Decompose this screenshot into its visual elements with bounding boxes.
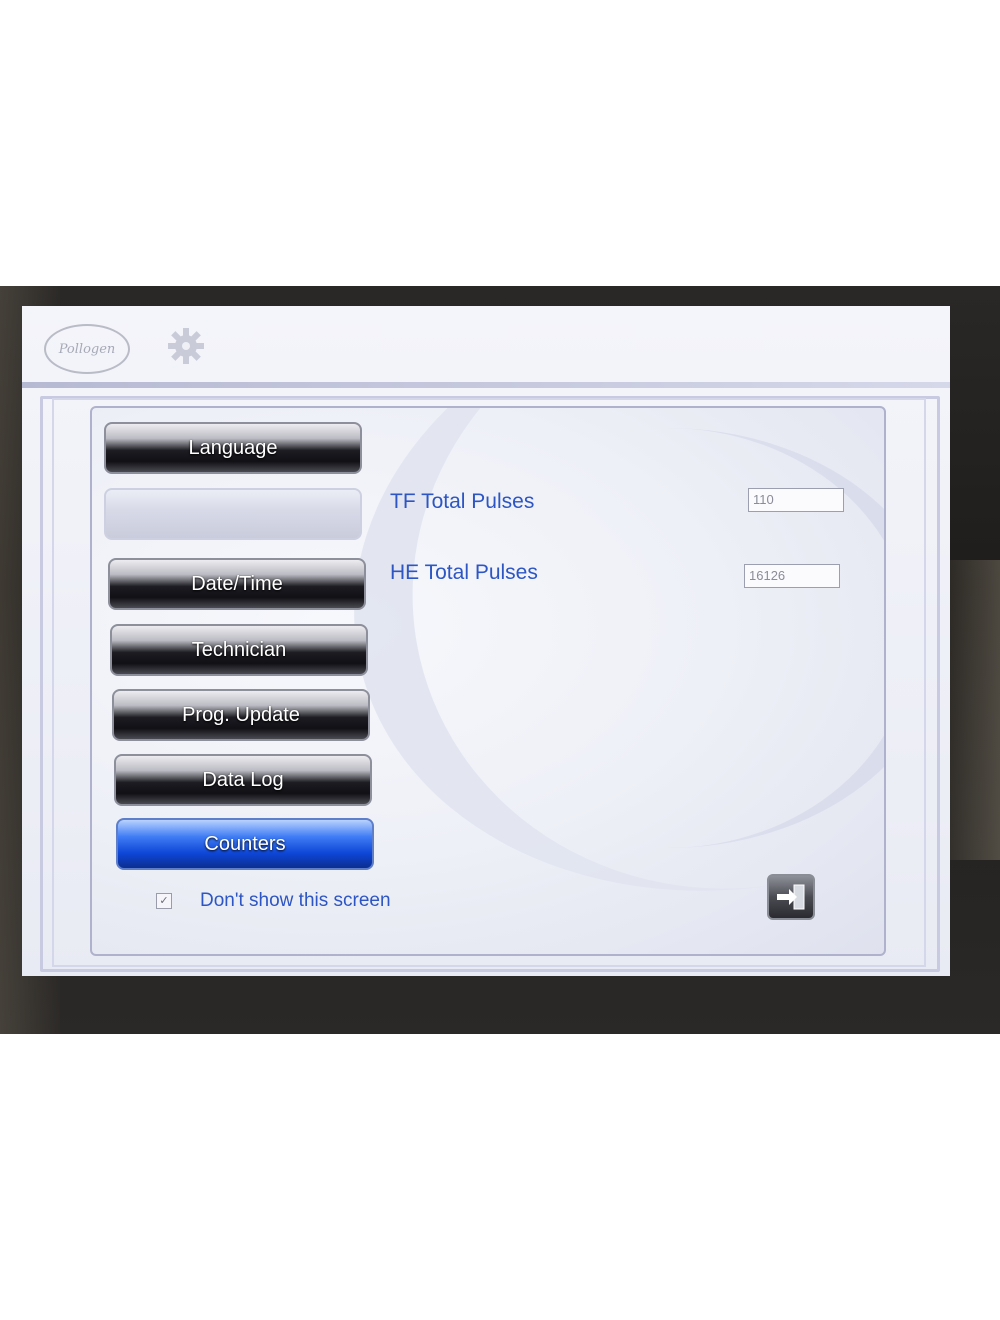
exit-icon	[777, 884, 805, 910]
counters-button[interactable]: Counters	[116, 818, 374, 870]
date-time-button[interactable]: Date/Time	[108, 558, 366, 610]
he-total-pulses-label: HE Total Pulses	[390, 561, 538, 584]
he-total-pulses-field[interactable]: 16126	[744, 564, 840, 588]
data-log-button[interactable]: Data Log	[114, 754, 372, 806]
tf-total-pulses-field[interactable]: 110	[748, 488, 844, 512]
language-button[interactable]: Language	[104, 422, 362, 474]
pollogen-logo: Pollogen	[44, 324, 130, 374]
empty-menu-slot	[104, 488, 362, 540]
prog-update-button[interactable]: Prog. Update	[112, 689, 370, 741]
settings-panel: Language Date/Time Technician Prog. Upda…	[90, 406, 886, 956]
gear-icon[interactable]	[164, 324, 208, 368]
tf-total-pulses-label: TF Total Pulses	[390, 490, 535, 513]
header-divider	[22, 382, 950, 388]
dont-show-checkbox[interactable]: ✓	[156, 893, 172, 909]
technician-button[interactable]: Technician	[110, 624, 368, 676]
logo-text: Pollogen	[58, 341, 116, 357]
exit-button[interactable]	[767, 874, 815, 920]
dont-show-label[interactable]: Don't show this screen	[200, 890, 391, 912]
top-bar: Pollogen	[22, 306, 950, 384]
lcd-screen: Pollogen Language Date/Time Technician P…	[22, 306, 950, 976]
